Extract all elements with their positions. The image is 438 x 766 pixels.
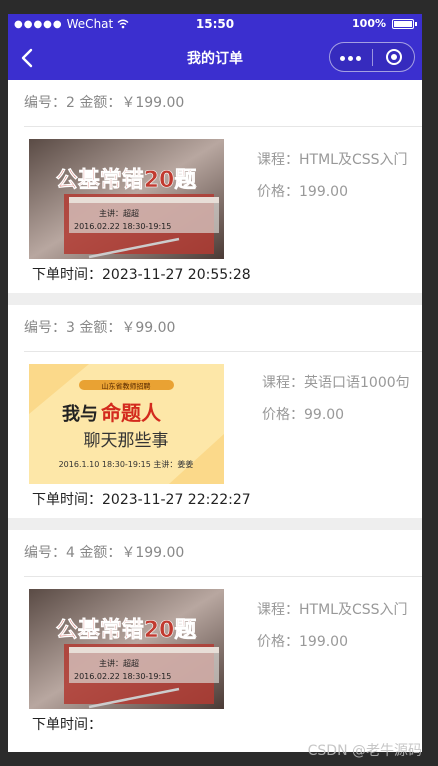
order-separator — [8, 293, 422, 305]
svg-text:聊天那些事: 聊天那些事 — [84, 431, 169, 451]
mini-program-capsule — [329, 42, 415, 72]
svg-text:主讲：超超: 主讲：超超 — [99, 208, 139, 218]
order-card[interactable]: 编号：4 金额：￥199.00 公基常错20题 主讲：超超 2016.02.22… — [8, 530, 422, 743]
course-price: 价格：99.00 — [262, 407, 345, 423]
svg-text:公基常错20题: 公基常错20题 — [56, 617, 198, 643]
svg-text:山东省教师招聘: 山东省教师招聘 — [102, 382, 151, 391]
order-body: 公基常错20题 主讲：超超 2016.02.22 18:30-19:15 课程：… — [8, 577, 422, 709]
watermark: CSDN @老牛源码 — [307, 743, 422, 759]
order-card[interactable]: 编号：2 金额：￥199.00 公基常错20题 主讲：超超 2016.02.22… — [8, 80, 422, 293]
order-time: 下单时间： — [32, 717, 102, 733]
phone-screen: ●●●●● WeChat 15:50 100% 我的订单 编号：2 金额：￥19… — [8, 14, 422, 752]
order-body: 山东省教师招聘 我与 命题人 聊天那些事 2016.1.10 18:30-19:… — [8, 352, 422, 484]
course-thumbnail: 山东省教师招聘 我与 命题人 聊天那些事 2016.1.10 18:30-19:… — [29, 364, 224, 484]
battery-percent: 100% — [352, 17, 386, 30]
close-target-icon[interactable] — [386, 49, 402, 65]
svg-text:命题人: 命题人 — [101, 401, 162, 425]
order-time: 下单时间：2023-11-27 20:55:28 — [32, 267, 251, 283]
status-bar: ●●●●● WeChat 15:50 100% — [8, 14, 422, 36]
svg-text:2016.02.22 18:30-19:15: 2016.02.22 18:30-19:15 — [74, 222, 171, 231]
battery-icon — [392, 18, 417, 29]
capsule-divider — [372, 49, 373, 66]
course-price: 价格：199.00 — [257, 634, 348, 650]
order-header: 编号：3 金额：￥99.00 — [24, 305, 422, 352]
course-thumbnail: 公基常错20题 主讲：超超 2016.02.22 18:30-19:15 — [29, 589, 224, 709]
course-thumbnail: 公基常错20题 主讲：超超 2016.02.22 18:30-19:15 — [29, 139, 224, 259]
course-name: 课程：英语口语1000句 — [262, 375, 410, 391]
svg-text:2016.02.22 18:30-19:15: 2016.02.22 18:30-19:15 — [74, 672, 171, 681]
order-time: 下单时间：2023-11-27 22:22:27 — [32, 492, 251, 508]
course-name: 课程：HTML及CSS入门 — [257, 602, 408, 618]
order-separator — [8, 518, 422, 530]
svg-text:主讲：超超: 主讲：超超 — [99, 658, 139, 668]
nav-bar: 我的订单 — [8, 36, 422, 80]
more-icon[interactable] — [340, 56, 361, 61]
battery-group: 100% — [352, 17, 417, 30]
order-header: 编号：4 金额：￥199.00 — [24, 530, 422, 577]
svg-text:公基常错20题: 公基常错20题 — [56, 167, 198, 193]
course-name: 课程：HTML及CSS入门 — [257, 152, 408, 168]
order-card[interactable]: 编号：3 金额：￥99.00 山东省教师招聘 我与 命题人 聊天那些事 2016… — [8, 305, 422, 518]
svg-text:我与: 我与 — [62, 404, 98, 425]
order-list: 编号：2 金额：￥199.00 公基常错20题 主讲：超超 2016.02.22… — [8, 80, 422, 743]
course-price: 价格：199.00 — [257, 184, 348, 200]
order-header: 编号：2 金额：￥199.00 — [24, 80, 422, 127]
order-body: 公基常错20题 主讲：超超 2016.02.22 18:30-19:15 课程：… — [8, 127, 422, 259]
svg-text:2016.1.10 18:30-19:15 主讲：姜姜: 2016.1.10 18:30-19:15 主讲：姜姜 — [59, 459, 194, 469]
